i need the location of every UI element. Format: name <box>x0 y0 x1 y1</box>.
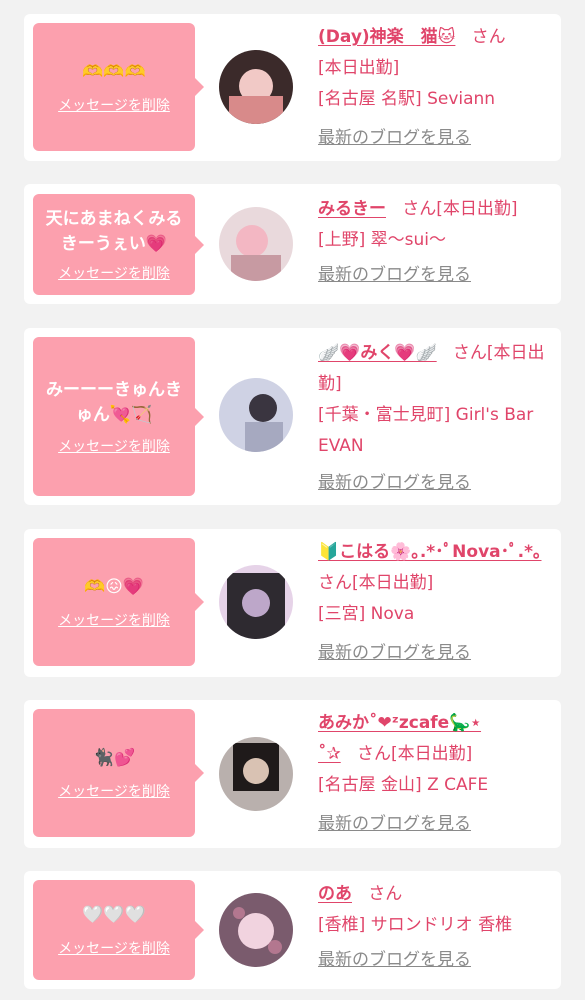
avatar[interactable] <box>219 207 293 281</box>
message-text: 🐈‍⬛💕 <box>92 747 136 768</box>
girl-name-link[interactable]: みるきー <box>318 199 386 219</box>
blog-link[interactable]: 最新のブログを見る <box>318 809 554 840</box>
delete-message-link[interactable]: メッセージを削除 <box>58 610 170 630</box>
message-text: 🤍🤍🤍 <box>82 904 146 925</box>
girl-name-link-cont[interactable]: ˚✰ <box>318 744 341 764</box>
message-text: 天にあまねくみるきーうぇい💗 <box>45 208 183 254</box>
girl-name-link[interactable]: のあ <box>318 884 352 904</box>
san-label: さん <box>356 744 391 764</box>
blog-link[interactable]: 最新のブログを見る <box>318 945 554 976</box>
san-label: さん <box>471 27 506 47</box>
shop-text: [名古屋 金山] Z CAFE <box>318 775 489 795</box>
girl-name-link[interactable]: あみか˚❤︎ᶻzcafe🦕⋆ <box>318 713 481 733</box>
delete-message-link[interactable]: メッセージを削除 <box>58 781 170 801</box>
blog-link[interactable]: 最新のブログを見る <box>318 123 554 154</box>
girl-name-link[interactable]: (Day)神楽 猫🐱 <box>318 27 455 47</box>
blog-link[interactable]: 最新のブログを見る <box>318 638 554 669</box>
message-bubble: 🫶🫶🫶 メッセージを削除 <box>33 23 195 151</box>
list-item: 🫶🫶🫶 メッセージを削除 (Day)神楽 猫🐱 さん [本日出勤] [名古屋 名… <box>24 14 561 161</box>
list-item: みーーーきゅんきゅん💘🏹 メッセージを削除 🪽💗みく💗🪽 さん[本日出勤] [千… <box>24 328 561 505</box>
message-bubble: みーーーきゅんきゅん💘🏹 メッセージを削除 <box>33 337 195 496</box>
shop-text: [名古屋 名駅] Seviann <box>318 89 496 109</box>
list-item: 天にあまねくみるきーうぇい💗 メッセージを削除 みるきー さん[本日出勤] [上… <box>24 184 561 304</box>
message-list: 🫶🫶🫶 メッセージを削除 (Day)神楽 猫🐱 さん [本日出勤] [名古屋 名… <box>0 0 585 1000</box>
list-item: 🫶😖💗 メッセージを削除 🔰こはる🌸｡.*･ﾟNova･ﾟ.*｡ さん[本日出勤… <box>24 529 561 677</box>
avatar[interactable] <box>219 378 293 452</box>
shop-text: [香椎] サロンドリオ 香椎 <box>318 915 513 935</box>
status-text: [本日出勤] <box>352 573 434 593</box>
san-label: さん <box>318 573 352 593</box>
girl-name-link[interactable]: 🪽💗みく💗🪽 <box>318 343 437 363</box>
girl-info: あみか˚❤︎ᶻzcafe🦕⋆ ˚✰ さん[本日出勤] [名古屋 金山] Z CA… <box>318 708 554 840</box>
avatar[interactable] <box>219 565 293 639</box>
girl-info: 🪽💗みく💗🪽 さん[本日出勤] [千葉・富士見町] Girl's Bar EVA… <box>318 338 554 499</box>
list-item: 🐈‍⬛💕 メッセージを削除 あみか˚❤︎ᶻzcafe🦕⋆ ˚✰ さん[本日出勤]… <box>24 700 561 848</box>
shop-text: [三宮] Nova <box>318 604 415 624</box>
san-label: さん <box>452 343 487 363</box>
message-bubble: 🤍🤍🤍 メッセージを削除 <box>33 880 195 980</box>
message-bubble: 🐈‍⬛💕 メッセージを削除 <box>33 709 195 837</box>
message-text: 🫶😖💗 <box>83 576 145 597</box>
status-text: [本日出勤] <box>318 58 400 78</box>
delete-message-link[interactable]: メッセージを削除 <box>58 938 170 958</box>
avatar[interactable] <box>219 737 293 811</box>
list-item: 🤍🤍🤍 メッセージを削除 のあ さん [香椎] サロンドリオ 香椎 最新のブログ… <box>24 871 561 989</box>
status-text: [本日出勤] <box>436 199 518 219</box>
blog-link[interactable]: 最新のブログを見る <box>318 260 554 291</box>
message-bubble: 🫶😖💗 メッセージを削除 <box>33 538 195 666</box>
san-label: さん <box>368 884 403 904</box>
girl-info: (Day)神楽 猫🐱 さん [本日出勤] [名古屋 名駅] Seviann 最新… <box>318 22 554 154</box>
delete-message-link[interactable]: メッセージを削除 <box>58 436 170 456</box>
shop-text: [上野] 翠〜sui〜 <box>318 230 447 250</box>
girl-info: のあ さん [香椎] サロンドリオ 香椎 最新のブログを見る <box>318 879 554 976</box>
girl-name-link[interactable]: 🔰こはる🌸｡.*･ﾟNova･ﾟ.*｡ <box>318 542 542 562</box>
message-text: 🫶🫶🫶 <box>82 61 146 82</box>
message-text: みーーーきゅんきゅん💘🏹 <box>46 379 182 425</box>
status-text: [本日出勤] <box>390 744 473 764</box>
girl-info: みるきー さん[本日出勤] [上野] 翠〜sui〜 最新のブログを見る <box>318 194 554 291</box>
avatar[interactable] <box>219 50 293 124</box>
shop-text: [千葉・富士見町] Girl's Bar EVAN <box>318 405 534 456</box>
delete-message-link[interactable]: メッセージを削除 <box>58 263 170 283</box>
girl-info: 🔰こはる🌸｡.*･ﾟNova･ﾟ.*｡ さん[本日出勤] [三宮] Nova 最… <box>318 537 554 669</box>
avatar[interactable] <box>219 893 293 967</box>
message-bubble: 天にあまねくみるきーうぇい💗 メッセージを削除 <box>33 194 195 295</box>
blog-link[interactable]: 最新のブログを見る <box>318 468 554 499</box>
san-label: さん <box>402 199 437 219</box>
delete-message-link[interactable]: メッセージを削除 <box>58 95 170 115</box>
